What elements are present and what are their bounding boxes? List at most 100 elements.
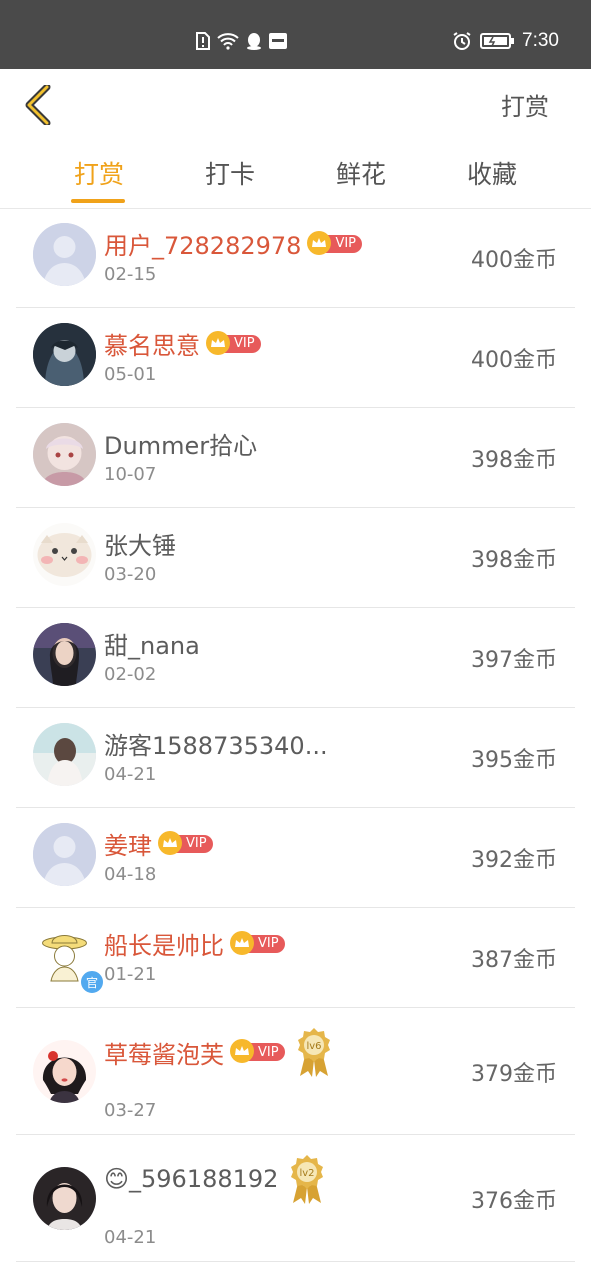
coin-amount: 400金币	[471, 348, 557, 373]
list-item[interactable]: 游客1588735340... 04-21 395金币	[0, 708, 591, 808]
alarm-icon	[453, 32, 471, 50]
avatar[interactable]	[33, 823, 96, 886]
tab-daka[interactable]: 打卡	[190, 155, 270, 191]
vip-badge: VIP	[307, 230, 363, 255]
coin-amount: 398金币	[471, 548, 557, 573]
coin-amount: 392金币	[471, 848, 557, 873]
official-label: 官	[85, 975, 98, 990]
vip-label: VIP	[258, 936, 279, 951]
battery-icon	[480, 33, 515, 49]
status-bar: 7:30	[0, 0, 591, 69]
reward-date: 04-21	[104, 1227, 157, 1248]
avatar[interactable]	[33, 723, 96, 786]
tab-bar: 打赏 打卡 鲜花 收藏	[33, 155, 558, 205]
sim-alert-icon	[196, 32, 210, 50]
avatar[interactable]	[33, 623, 96, 686]
vip-label: VIP	[335, 236, 357, 251]
tab-label: 打赏	[73, 160, 124, 189]
default-avatar-icon	[33, 823, 96, 886]
tab-indicator	[71, 199, 125, 203]
vip-badge: VIP	[230, 1039, 285, 1063]
coin-amount: 376金币	[471, 1189, 557, 1214]
user-name-text: 用户_728282978	[104, 232, 302, 260]
tab-shoucang[interactable]: 收藏	[452, 155, 532, 191]
avatar[interactable]	[33, 1040, 96, 1103]
tab-dashang[interactable]: 打赏	[59, 155, 139, 203]
avatar[interactable]	[33, 423, 96, 486]
default-avatar-icon	[33, 223, 96, 286]
status-right: 7:30	[452, 30, 559, 52]
crown-icon	[158, 830, 182, 855]
coin-amount: 387金币	[471, 948, 557, 973]
doll-avatar-icon	[33, 423, 96, 486]
crown-icon	[206, 330, 230, 355]
coin-amount: 395金币	[471, 748, 557, 773]
level-medal-icon: lv6	[297, 1028, 330, 1077]
avatar[interactable]	[33, 1167, 96, 1230]
user-name: 😊_596188192 lv2	[104, 1153, 326, 1205]
list-item[interactable]: Dummer拾心 10-07 398金币	[0, 408, 591, 508]
crown-icon	[307, 230, 332, 255]
reward-date: 01-21	[104, 964, 157, 985]
vip-label: VIP	[234, 336, 255, 351]
list-item[interactable]: 😊_596188192 lv2 04-21 376金币	[0, 1135, 591, 1262]
list-item[interactable]: 用户_728282978 VIP 02-15 400金币	[0, 208, 591, 308]
list-item[interactable]: 慕名思意 VIP 05-01 400金币	[0, 308, 591, 408]
user-name: 游客1588735340...	[104, 726, 328, 761]
list-item[interactable]: 甜_nana 02-02 397金币	[0, 608, 591, 708]
tab-xianhua[interactable]: 鲜花	[321, 155, 401, 191]
vip-badge: VIP	[206, 330, 261, 355]
user-name-text: 慕名思意	[104, 332, 200, 360]
user-name-text: 姜珒	[104, 832, 152, 860]
level-medal-icon: lv2	[291, 1155, 324, 1204]
anime-avatar-icon	[33, 323, 96, 386]
avatar[interactable]	[33, 223, 96, 286]
coin-amount: 400金币	[471, 248, 557, 273]
tab-label: 打卡	[204, 160, 255, 189]
reward-date: 02-02	[104, 664, 157, 685]
user-name-text: Dummer拾心	[104, 432, 258, 460]
photo-avatar-icon	[33, 723, 96, 786]
user-name-text: 张大锤	[104, 532, 176, 560]
reward-date: 02-15	[104, 264, 157, 285]
user-name: 草莓酱泡芙 VIP lv6	[104, 1026, 333, 1078]
reward-date: 04-21	[104, 764, 157, 785]
user-name: Dummer拾心	[104, 426, 257, 461]
reward-date: 03-27	[104, 1100, 157, 1121]
header: 打赏 打赏 打卡 鲜花 收藏	[0, 69, 591, 209]
reward-date: 05-01	[104, 364, 157, 385]
coin-amount: 397金币	[471, 648, 557, 673]
user-name: 甜_nana	[104, 626, 200, 661]
coin-amount: 398金币	[471, 448, 557, 473]
list-item[interactable]: 草莓酱泡芙 VIP lv6 03-27 379金币	[0, 1008, 591, 1135]
user-name-text: 甜_nana	[104, 632, 200, 660]
reward-date: 10-07	[104, 464, 157, 485]
list-item[interactable]: 官 船长是帅比 VIP 01-21 387金币	[0, 908, 591, 1008]
user-name-text: 😊_596188192	[104, 1165, 279, 1193]
avatar[interactable]	[33, 323, 96, 386]
user-name-text: 船长是帅比	[104, 932, 224, 960]
photo-avatar-icon	[33, 623, 96, 686]
avatar[interactable]	[33, 523, 96, 586]
hamster-avatar-icon	[33, 523, 96, 586]
reward-date: 04-18	[104, 864, 157, 885]
tab-label: 收藏	[466, 160, 517, 189]
vip-badge: VIP	[158, 830, 213, 855]
reward-list: 用户_728282978 VIP 02-15 400金币 慕名思意 VIP 05-0…	[0, 208, 591, 1262]
list-item[interactable]: 姜珒 VIP 04-18 392金币	[0, 808, 591, 908]
official-badge: 官	[79, 969, 105, 995]
user-name: 姜珒 VIP	[104, 826, 213, 861]
user-name: 张大锤	[104, 526, 176, 561]
back-icon[interactable]	[22, 85, 56, 125]
crown-icon	[230, 1039, 254, 1063]
qq-icon	[247, 33, 261, 50]
medal-level: lv6	[306, 1041, 321, 1052]
list-item[interactable]: 张大锤 03-20 398金币	[0, 508, 591, 608]
status-icons	[196, 32, 287, 50]
tab-label: 鲜花	[335, 160, 386, 189]
user-name: 船长是帅比 VIP	[104, 926, 285, 961]
sms-icon	[269, 33, 287, 49]
user-name-text: 游客1588735340...	[104, 732, 328, 760]
user-name: 用户_728282978 VIP	[104, 226, 363, 261]
page-title: 打赏	[501, 93, 549, 121]
